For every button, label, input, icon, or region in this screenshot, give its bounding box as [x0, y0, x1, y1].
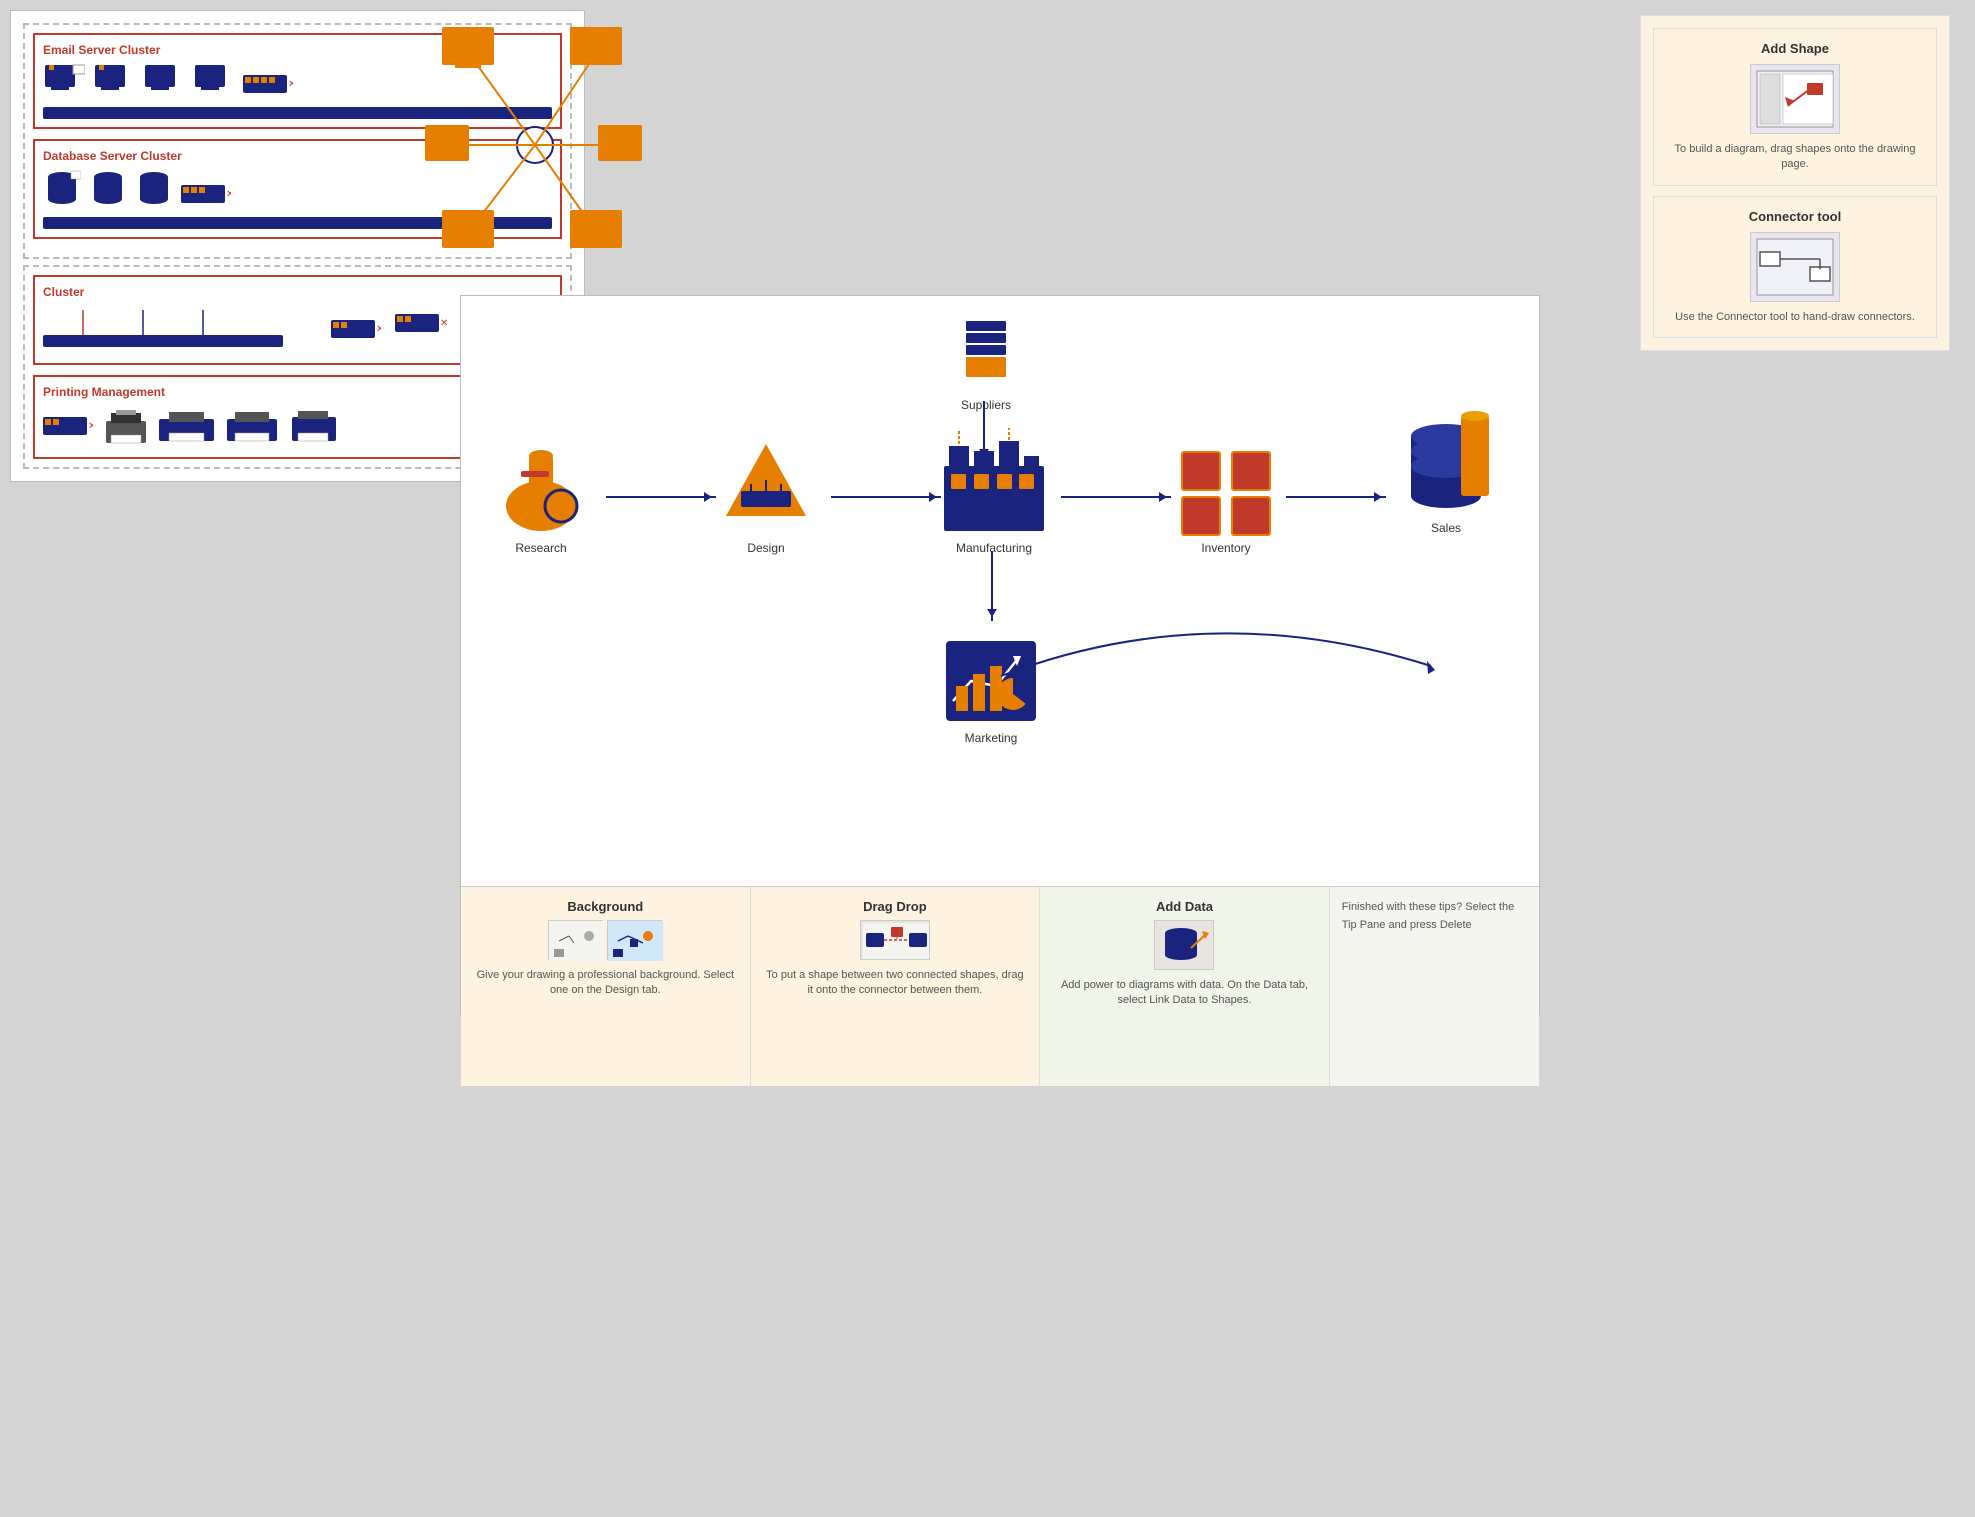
suppliers-label: Suppliers	[951, 398, 1021, 412]
connector-illustration	[1755, 237, 1835, 297]
sales-label: Sales	[1396, 521, 1496, 535]
background-tip-icons	[473, 920, 738, 960]
manufacturing-node: Manufacturing	[939, 426, 1049, 555]
suppliers-icon	[951, 316, 1021, 391]
monitor-icon-2	[93, 63, 135, 99]
connector-icon-area	[1750, 232, 1840, 302]
add-data-illustration	[1159, 923, 1209, 967]
drag-drop-text: To put a shape between two connected sha…	[763, 968, 1028, 999]
inventory-node: Inventory	[1176, 441, 1276, 555]
arrow-head-mi	[1159, 492, 1172, 502]
svg-text:✕: ✕	[288, 79, 293, 90]
bg-icon-2	[607, 920, 662, 960]
add-data-text: Add power to diagrams with data. On the …	[1052, 978, 1317, 1009]
svg-text:✕: ✕	[376, 324, 381, 335]
switch-icon-cluster: ✕	[331, 316, 381, 344]
hub-switch-icon: ✕	[395, 310, 455, 340]
connector-text: Use the Connector tool to hand-draw conn…	[1666, 310, 1924, 325]
manufacturing-label: Manufacturing	[939, 541, 1049, 555]
arrow-design-mfg	[831, 496, 941, 498]
add-data-icon-area	[1154, 920, 1214, 970]
add-shape-illustration	[1755, 69, 1835, 129]
db-icon-3	[135, 169, 173, 209]
arrow-head-is	[1374, 492, 1387, 502]
background-tip-title: Background	[473, 899, 738, 914]
design-label: Design	[716, 541, 816, 555]
printer-icon-2	[159, 407, 219, 447]
printer-icon-1	[101, 405, 151, 449]
arrow-research-design	[606, 496, 716, 498]
add-shape-card: Add Shape To build a diagram, drag shape…	[1653, 28, 1937, 186]
add-shape-icon-area	[1750, 64, 1840, 134]
marketing-label: Marketing	[941, 731, 1041, 745]
design-icon	[716, 436, 816, 536]
db-icon-1	[43, 169, 81, 209]
manufacturing-icon	[939, 426, 1049, 536]
drag-drop-tip: Drag Drop To put a shape between two con…	[751, 887, 1041, 1086]
research-node: Research	[491, 446, 591, 555]
drag-drop-title: Drag Drop	[763, 899, 1028, 914]
svg-text:✕: ✕	[440, 318, 448, 329]
bg-illustration-2	[608, 921, 663, 961]
monitor-icon-1	[43, 63, 85, 99]
switch-icon-db: ✕	[181, 181, 231, 209]
background-tip: Background	[461, 887, 751, 1086]
finished-tip: Finished with these tips? Select the Tip…	[1330, 887, 1539, 1086]
svg-text:✕: ✕	[226, 189, 231, 200]
add-shape-title: Add Shape	[1666, 41, 1924, 56]
drag-drop-illustration	[861, 921, 931, 961]
add-shape-text: To build a diagram, drag shapes onto the…	[1666, 142, 1924, 173]
monitor-icon-4	[193, 63, 235, 99]
design-node: Design	[716, 436, 816, 555]
sales-icon	[1396, 396, 1496, 516]
research-icon	[491, 446, 591, 536]
db-icon-2	[89, 169, 127, 209]
svg-text:✕: ✕	[88, 421, 93, 432]
cluster-lines	[43, 305, 323, 355]
inventory-icon	[1176, 441, 1276, 536]
add-data-tip: Add Data Add power to diagrams with data…	[1040, 887, 1330, 1086]
printer-icon-3	[227, 407, 282, 447]
research-label: Research	[491, 541, 591, 555]
add-data-title: Add Data	[1052, 899, 1317, 914]
arrow-mfg-inv	[1061, 496, 1171, 498]
star-topology-area	[420, 15, 650, 295]
tip-panel-top: Add Shape To build a diagram, drag shape…	[1640, 15, 1950, 351]
switch-icon-print: ✕	[43, 413, 93, 441]
monitor-icon-3	[143, 63, 185, 99]
bg-icon-1	[548, 920, 603, 960]
sales-node: Sales	[1396, 396, 1496, 535]
background-tip-text: Give your drawing a professional backgro…	[473, 968, 738, 999]
canvas: { "clusters": [ { "id": "email-server", …	[0, 0, 1975, 1517]
switch-icon-email: ✕	[243, 71, 293, 99]
printer-icon-4	[290, 407, 340, 447]
main-flow-panel: Suppliers Research	[460, 295, 1540, 1015]
drag-drop-icon-area	[860, 920, 930, 960]
finished-tip-text: Finished with these tips? Select the Tip…	[1342, 899, 1527, 934]
flow-diagram: Suppliers Research	[461, 296, 1539, 886]
bg-illustration-1	[549, 921, 604, 961]
star-topology-svg	[420, 15, 650, 295]
hub-connector: ✕	[395, 310, 455, 345]
bottom-tips-row: Background	[461, 886, 1539, 1086]
arrow-marketing-sales-svg	[991, 596, 1441, 696]
inventory-label: Inventory	[1176, 541, 1276, 555]
connector-card: Connector tool Use the Connector tool to…	[1653, 196, 1937, 338]
arrow-inv-sales	[1286, 496, 1386, 498]
suppliers-node: Suppliers	[951, 316, 1021, 412]
connector-title: Connector tool	[1666, 209, 1924, 224]
